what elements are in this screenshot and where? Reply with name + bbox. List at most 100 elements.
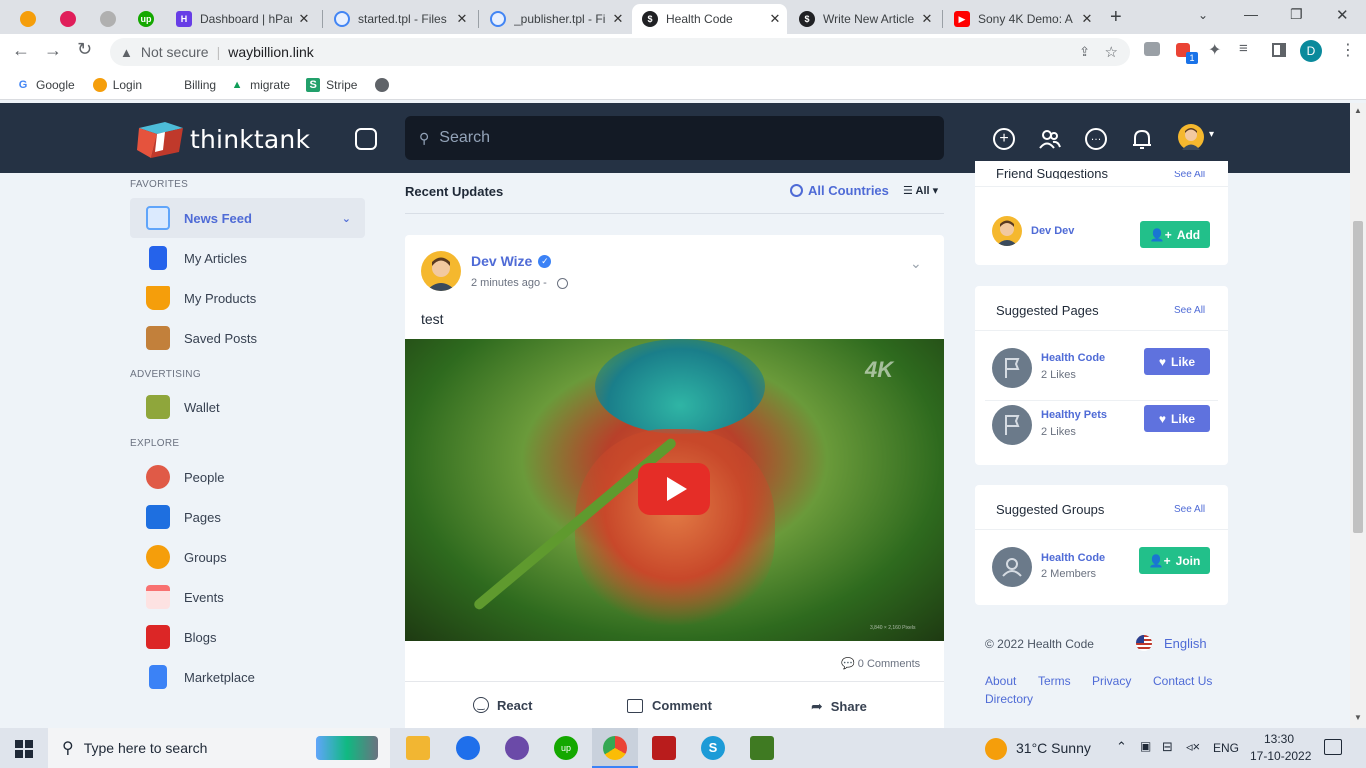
sidebar-item-my-articles[interactable]: My Articles (130, 238, 365, 278)
clock-date[interactable]: 17-10-2022 (1250, 749, 1311, 763)
new-tab-button[interactable]: + (1110, 6, 1122, 29)
sidebar-item-blogs[interactable]: Blogs (130, 617, 365, 657)
bookmark-google[interactable]: G Google (16, 78, 75, 92)
sidebar-item-news-feed[interactable]: News Feed ⌄ (130, 198, 365, 238)
skype-icon[interactable]: S (701, 736, 725, 760)
comment-count[interactable]: 💬 0 Comments (841, 657, 920, 670)
language-selector[interactable]: English (1136, 635, 1207, 651)
bookmark-globe[interactable] (375, 77, 395, 92)
forward-icon[interactable]: → (44, 40, 62, 61)
tab-sony-4k[interactable]: ▶ Sony 4K Demo: A ✕ (944, 4, 1099, 34)
see-all-groups-link[interactable]: See All (1174, 504, 1205, 515)
close-icon[interactable]: ✕ (606, 11, 630, 27)
youtube-play-button[interactable] (638, 463, 710, 515)
friends-icon[interactable] (1039, 128, 1061, 150)
chevron-down-icon[interactable]: ▾ (1209, 129, 1214, 140)
sidebar-item-events[interactable]: Events (130, 577, 365, 617)
bookmark-stripe[interactable]: S Stripe (306, 77, 357, 92)
close-icon[interactable]: ✕ (1075, 11, 1099, 27)
tab-search-chevron-icon[interactable]: ⌄ (1198, 8, 1208, 22)
page-avatar[interactable] (992, 348, 1032, 388)
file-explorer-icon[interactable] (406, 736, 430, 760)
page-name[interactable]: Healthy Pets (1041, 409, 1107, 421)
group-name[interactable]: Health Code (1041, 552, 1105, 564)
volume-muted-icon[interactable]: ◃× (1186, 739, 1200, 755)
edge-icon[interactable] (456, 736, 480, 760)
weather-text[interactable]: 31°C Sunny (1016, 740, 1091, 756)
group-avatar[interactable] (992, 547, 1032, 587)
page-name[interactable]: Health Code (1041, 352, 1105, 364)
chrome-taskbar-item[interactable] (592, 728, 638, 768)
logo-text[interactable]: thinktank (190, 125, 310, 154)
tab-publisher-tpl[interactable]: _publisher.tpl - Fi ✕ (480, 4, 630, 34)
taskbar-search-input[interactable]: ⚲ Type here to search (48, 728, 390, 768)
camera-icon[interactable] (1144, 42, 1160, 56)
back-icon[interactable]: ← (12, 40, 30, 61)
search-input[interactable]: ⚲ Search (405, 116, 944, 160)
tab-write-article[interactable]: $ Write New Article ✕ (789, 4, 939, 34)
messages-icon[interactable]: … (1085, 128, 1107, 150)
page-avatar[interactable] (992, 405, 1032, 445)
bookmark-migrate[interactable]: ▲ migrate (230, 78, 290, 92)
tab-dashboard[interactable]: H Dashboard | hPan ✕ (166, 4, 316, 34)
post-author[interactable]: Dev Wize ✓ (471, 253, 552, 269)
window-close-button[interactable]: ✕ (1336, 6, 1349, 24)
join-group-button[interactable]: 👤+ Join (1139, 547, 1210, 574)
create-icon[interactable]: + (993, 128, 1015, 150)
upwork-icon[interactable]: up (554, 736, 578, 760)
footer-link-terms[interactable]: Terms (1038, 674, 1071, 688)
filezilla-icon[interactable] (652, 736, 676, 760)
notification-center-icon[interactable] (1324, 739, 1342, 755)
footer-link-contact[interactable]: Contact Us (1153, 674, 1212, 688)
sidebar-item-people[interactable]: People (130, 457, 365, 497)
sidebar-item-groups[interactable]: Groups (130, 537, 365, 577)
tab-pinned-2[interactable] (50, 4, 84, 34)
reload-icon[interactable]: ↻ (77, 39, 92, 60)
footer-link-about[interactable]: About (985, 674, 1016, 688)
like-page-button[interactable]: ♥ Like (1144, 405, 1210, 432)
tray-chevron-icon[interactable]: ⌃ (1116, 739, 1127, 755)
chevron-down-icon[interactable]: ⌄ (342, 212, 351, 225)
friend-name[interactable]: Dev Dev (1031, 225, 1074, 237)
video-player[interactable]: 4K 3,840 × 2,160 Pixels (405, 339, 944, 641)
comment-button[interactable]: Comment (627, 698, 712, 713)
sidebar-item-my-products[interactable]: My Products (130, 278, 365, 318)
home-icon[interactable] (355, 128, 377, 150)
sidepanel-icon[interactable] (1272, 43, 1286, 57)
scroll-down-icon[interactable]: ▼ (1354, 713, 1362, 722)
tab-pinned-4[interactable]: up (128, 4, 162, 34)
see-all-friends-link[interactable]: See All (1174, 171, 1205, 179)
minimize-button[interactable]: — (1244, 6, 1258, 22)
profile-avatar[interactable]: D (1300, 40, 1322, 62)
sidebar-item-wallet[interactable]: Wallet (130, 387, 365, 427)
sidebar-item-pages[interactable]: Pages (130, 497, 365, 537)
add-friend-button[interactable]: 👤+ Add (1140, 221, 1210, 248)
menu-icon[interactable]: ⋮ (1340, 40, 1356, 60)
post-options-chevron-icon[interactable]: ⌄ (910, 255, 922, 272)
address-bar[interactable]: ▲ Not secure | waybillion.link ⇪ ☆ (110, 38, 1130, 66)
app-icon[interactable] (505, 736, 529, 760)
share-icon[interactable]: ⇪ (1079, 44, 1090, 60)
bookmark-login[interactable]: Login (92, 77, 142, 92)
like-page-button[interactable]: ♥ Like (1144, 348, 1210, 375)
tab-health-code[interactable]: $ Health Code ✕ (632, 4, 787, 34)
all-filter[interactable]: ☰ All ▾ (903, 184, 938, 197)
author-avatar[interactable] (421, 251, 461, 291)
footer-link-directory[interactable]: Directory (985, 692, 1033, 706)
react-button[interactable]: ‿ React (473, 697, 532, 713)
restore-button[interactable]: ❐ (1290, 6, 1303, 23)
page-scrollbar[interactable]: ▲ ▼ (1350, 103, 1366, 728)
close-icon[interactable]: ✕ (450, 11, 474, 27)
scrollbar-thumb[interactable] (1353, 221, 1363, 533)
sun-icon[interactable] (985, 738, 1007, 760)
friend-avatar[interactable] (992, 216, 1022, 246)
close-icon[interactable]: ✕ (292, 11, 316, 27)
network-icon[interactable]: ⊟ (1162, 739, 1173, 755)
notifications-bell-icon[interactable] (1131, 128, 1153, 150)
tab-pinned-1[interactable] (10, 4, 44, 34)
app-chart-icon[interactable] (750, 736, 774, 760)
thinktank-logo-icon[interactable] (137, 120, 185, 160)
bookmark-billing[interactable]: Billing (164, 78, 216, 92)
media-icon[interactable]: ≡ (1239, 40, 1248, 57)
star-icon[interactable]: ☆ (1105, 43, 1118, 61)
